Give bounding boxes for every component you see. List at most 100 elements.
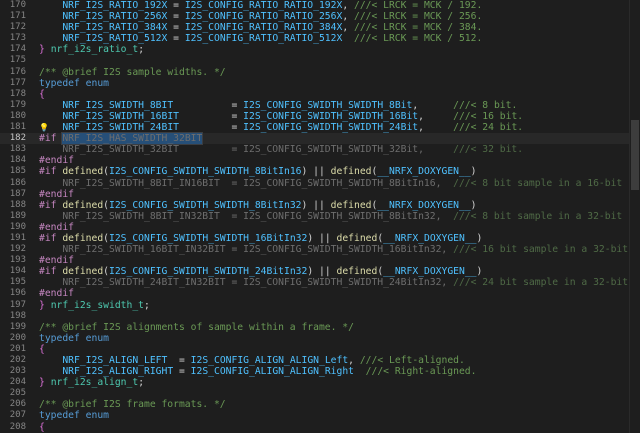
code-line[interactable]: 194 #if defined(I2S_CONFIG_SWIDTH_SWIDTH_… (0, 266, 640, 277)
scrollbar-thumb[interactable] (631, 120, 639, 190)
code-token: defined (336, 266, 378, 278)
code-line[interactable]: 186 NRF_I2S_SWIDTH_8BIT_IN16BIT = I2S_CO… (0, 178, 640, 189)
line-number: 181 (9, 122, 26, 133)
code-token: , (418, 122, 454, 134)
code-line[interactable]: 199 /** @brief I2S alignments of sample w… (0, 322, 640, 333)
code-token: I2S_CONFIG_SWIDTH_SWIDTH_8Bit (243, 99, 413, 111)
code-line[interactable]: 171 NRF_I2S_RATIO_256X = I2S_CONFIG_RATI… (0, 11, 640, 22)
line-number: 186 (9, 177, 26, 188)
code-token: NRF_I2S_RATIO_384X (62, 22, 168, 34)
code-token: ; (138, 377, 145, 389)
code-line[interactable]: 172 NRF_I2S_RATIO_384X = I2S_CONFIG_RATI… (0, 22, 640, 33)
code-text: typedef enum (39, 78, 109, 89)
code-line[interactable]: 207 typedef enum (0, 410, 640, 421)
code-line[interactable]: 185 #if defined(I2S_CONFIG_SWIDTH_SWIDTH_… (0, 166, 640, 177)
code-text: NRF_I2S_SWIDTH_32BIT = I2S_CONFIG_SWIDTH… (39, 144, 523, 155)
code-token: ) (470, 166, 477, 178)
code-line[interactable]: 176 /** @brief I2S sample widths. */ (0, 67, 640, 78)
vertical-scrollbar[interactable] (629, 0, 640, 433)
code-token: #endif (39, 188, 74, 200)
code-token: typedef (39, 77, 80, 89)
code-token: ) || (301, 199, 331, 211)
code-token: = (167, 33, 185, 45)
code-token: = (167, 22, 185, 34)
code-token: I2S_CONFIG_SWIDTH_SWIDTH_8BitIn32 (109, 199, 302, 211)
code-line[interactable]: 196 #endif (0, 288, 640, 299)
line-number: 208 (9, 421, 26, 432)
code-line[interactable]: 187 #endif (0, 189, 640, 200)
code-line[interactable]: 204} nrf_i2s_align_t; (0, 377, 640, 388)
code-line[interactable]: 177 typedef enum (0, 78, 640, 89)
code-text: { (39, 89, 45, 100)
code-token: = (179, 122, 244, 134)
code-line[interactable]: 175 (0, 55, 640, 66)
code-token: ) || (301, 166, 331, 178)
code-token: defined (330, 199, 372, 211)
text-cursor (202, 133, 204, 144)
code-line[interactable]: 192 NRF_I2S_SWIDTH_16BIT_IN32BIT = I2S_C… (0, 244, 640, 255)
code-line[interactable]: 182 #if NRF_I2S_HAS_SWIDTH_32BIT (0, 132, 640, 146)
code-editor[interactable]: 170 NRF_I2S_RATIO_192X = I2S_CONFIG_RATI… (0, 0, 640, 433)
code-token: ) (476, 232, 483, 244)
line-number: 185 (9, 166, 26, 177)
code-line[interactable]: 191 #if defined(I2S_CONFIG_SWIDTH_SWIDTH_… (0, 233, 640, 244)
code-line[interactable]: 178 { (0, 89, 640, 100)
code-line[interactable]: 188 #if defined(I2S_CONFIG_SWIDTH_SWIDTH_… (0, 200, 640, 211)
code-token: I2S_CONFIG_SWIDTH_SWIDTH_16Bit (243, 110, 419, 122)
line-number: 202 (9, 355, 26, 365)
code-line[interactable]: 183 NRF_I2S_SWIDTH_32BIT = I2S_CONFIG_SW… (0, 144, 640, 155)
code-line[interactable]: 205 (0, 388, 640, 399)
code-line[interactable]: 197} nrf_i2s_swidth_t; (0, 300, 640, 311)
code-token: /** @brief I2S sample widths. */ (39, 66, 226, 78)
line-number: 200 (9, 332, 26, 343)
code-line[interactable]: 202 NRF_I2S_ALIGN_LEFT = I2S_CONFIG_ALIG… (0, 355, 640, 366)
line-number: 178 (9, 88, 26, 99)
code-line[interactable]: 181 💡 NRF_I2S_SWIDTH_24BIT = I2S_CONFIG_S… (0, 122, 640, 133)
code-token: I2S_CONFIG_SWIDTH_SWIDTH_24Bit (243, 122, 419, 134)
code-token: I2S_CONFIG_RATIO_RATIO_256X (184, 11, 343, 23)
code-token: ; (138, 44, 145, 56)
code-line[interactable]: 174} nrf_i2s_ratio_t; (0, 44, 640, 55)
code-text: #endif (39, 155, 74, 166)
code-line[interactable]: 190 #endif (0, 222, 640, 233)
code-line[interactable]: 189 NRF_I2S_SWIDTH_8BIT_IN32BIT = I2S_CO… (0, 211, 640, 222)
code-line[interactable]: 170 NRF_I2S_RATIO_192X = I2S_CONFIG_RATI… (0, 0, 640, 11)
code-text: #endif (39, 255, 74, 266)
code-text: typedef enum (39, 333, 109, 344)
code-token: NRF_I2S_ALIGN_RIGHT (62, 366, 174, 378)
code-line[interactable]: 208 { (0, 422, 640, 433)
code-token: ; (144, 299, 150, 311)
line-number: 172 (9, 22, 26, 33)
code-token: nrf_i2s_swidth_t (50, 299, 145, 311)
code-line[interactable]: 184 #endif (0, 155, 640, 166)
code-line[interactable]: 193 #endif (0, 255, 640, 266)
code-line[interactable]: 198 (0, 311, 640, 322)
code-token: __NRFX_DOXYGEN__ (377, 166, 471, 178)
code-line[interactable]: 200 typedef enum (0, 333, 640, 344)
line-number: 207 (9, 410, 26, 421)
code-line[interactable]: 180 NRF_I2S_SWIDTH_16BIT = I2S_CONFIG_SW… (0, 111, 640, 122)
code-text: } nrf_i2s_align_t; (39, 377, 144, 388)
code-token: NRF_I2S_SWIDTH_32BIT = I2S_CONFIG_SWIDTH… (39, 144, 454, 156)
code-token: = (167, 11, 185, 23)
code-text: typedef enum (39, 410, 109, 421)
code-text: NRF_I2S_SWIDTH_16BIT_IN32BIT = I2S_CONFI… (39, 244, 640, 255)
code-line[interactable]: 201 { (0, 344, 640, 355)
code-line[interactable]: 206 /** @brief I2S frame formats. */ (0, 399, 640, 410)
code-token: NRF_I2S_SWIDTH_8BIT (62, 99, 174, 111)
code-text: NRF_I2S_RATIO_256X = I2S_CONFIG_RATIO_RA… (39, 11, 482, 22)
code-line[interactable]: 173 NRF_I2S_RATIO_512X = I2S_CONFIG_RATI… (0, 33, 640, 44)
code-token: NRF_I2S_SWIDTH_16BIT (62, 110, 179, 122)
code-line[interactable]: 203 NRF_I2S_ALIGN_RIGHT = I2S_CONFIG_ALI… (0, 366, 640, 377)
line-number: 176 (9, 66, 26, 77)
code-line[interactable]: 179 NRF_I2S_SWIDTH_8BIT = I2S_CONFIG_SWI… (0, 100, 640, 111)
code-line[interactable]: 195 NRF_I2S_SWIDTH_24BIT_IN32BIT = I2S_C… (0, 277, 640, 288)
code-token: I2S_CONFIG_SWIDTH_SWIDTH_8BitIn16 (109, 166, 302, 178)
line-number: 180 (9, 110, 26, 121)
code-token: , (342, 22, 354, 34)
code-token: NRF_I2S_RATIO_512X (62, 33, 168, 45)
